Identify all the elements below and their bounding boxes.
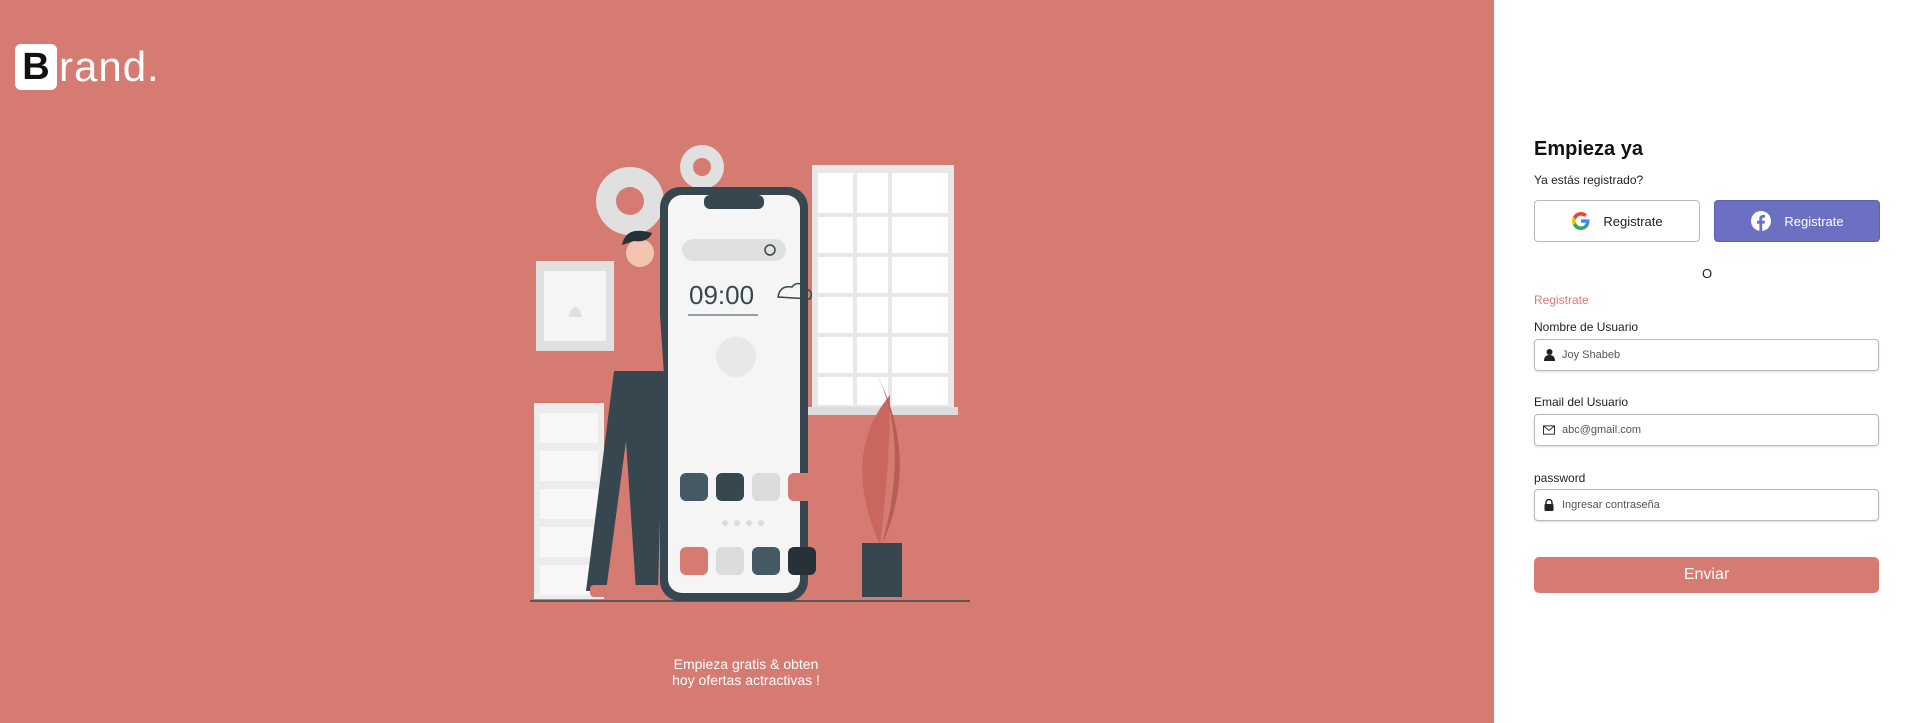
phone-illustration: 09:00 bbox=[530, 145, 970, 602]
picture-frame bbox=[536, 261, 614, 351]
submit-button[interactable]: Enviar bbox=[1534, 557, 1879, 593]
lock-icon bbox=[1543, 499, 1555, 511]
brand-name: rand. bbox=[59, 43, 160, 90]
phone: 09:00 bbox=[660, 187, 816, 601]
password-label: password bbox=[1534, 471, 1586, 485]
phone-icon bbox=[680, 547, 708, 575]
or-divider: O bbox=[1701, 266, 1713, 281]
username-label: Nombre de Usuario bbox=[1534, 320, 1639, 334]
google-register-button[interactable]: Registrate bbox=[1534, 200, 1700, 242]
facebook-button-label: Registrate bbox=[1784, 213, 1844, 229]
form-subtitle: Ya estás registrado? bbox=[1534, 173, 1644, 187]
whatsapp-icon bbox=[752, 547, 780, 575]
brand-initial: B bbox=[15, 44, 57, 90]
email-input[interactable] bbox=[1562, 424, 1862, 436]
clock-text: 09:00 bbox=[689, 280, 754, 310]
tagline: Empieza gratis & obten hoy ofertas actra… bbox=[600, 656, 892, 688]
envelope-icon bbox=[1543, 424, 1555, 436]
cloud-icon bbox=[752, 473, 780, 501]
password-input[interactable] bbox=[1562, 499, 1862, 511]
tagline-line-1: Empieza gratis & obten bbox=[673, 656, 819, 672]
search-icon bbox=[716, 547, 744, 575]
left-panel: B rand. 09:00 Empieza gratis & obten hoy… bbox=[0, 0, 1494, 723]
google-button-label: Registrate bbox=[1603, 213, 1663, 229]
register-link[interactable]: Registrate bbox=[1534, 293, 1589, 307]
facebook-icon bbox=[1751, 211, 1772, 231]
facebook-register-button[interactable]: Registrate bbox=[1714, 200, 1880, 242]
window bbox=[808, 165, 958, 415]
user-icon bbox=[1543, 349, 1555, 361]
email-field[interactable] bbox=[1534, 414, 1879, 446]
username-input[interactable] bbox=[1562, 349, 1862, 361]
email-label: Email del Usuario bbox=[1534, 395, 1629, 409]
username-field[interactable] bbox=[1534, 339, 1879, 371]
form-title: Empieza ya bbox=[1534, 138, 1643, 160]
gear-icon bbox=[680, 473, 708, 501]
instagram-icon bbox=[788, 547, 816, 575]
user-icon bbox=[716, 473, 744, 501]
google-icon bbox=[1572, 212, 1590, 230]
tagline-line-2: hoy ofertas actractivas ! bbox=[672, 672, 820, 688]
password-field[interactable] bbox=[1534, 489, 1879, 521]
wifi-icon bbox=[788, 473, 816, 501]
brand-logo[interactable]: B rand. bbox=[15, 44, 160, 90]
